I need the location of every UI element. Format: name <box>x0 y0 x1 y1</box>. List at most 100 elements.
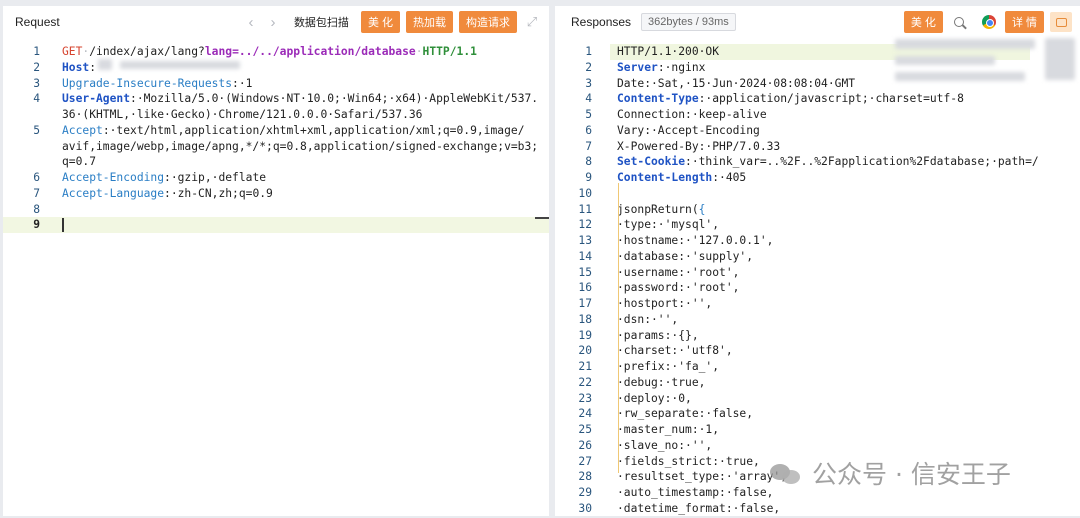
detail-button[interactable]: 详 情 <box>1004 11 1044 33</box>
line-text: Content-Type:·application/javascript;·ch… <box>617 91 964 107</box>
code-line[interactable]: 26 ·slave_no:·'', <box>555 438 1080 454</box>
line-number: 25 <box>578 423 592 436</box>
response-title: Responses <box>571 15 632 29</box>
hot-load-button[interactable]: 热加载 <box>406 11 453 33</box>
code-token: Connection:·keep-alive <box>617 108 767 121</box>
line-number: 8 <box>585 155 592 169</box>
request-editor[interactable]: 1 GET · /index/ajax/lang?lang=../../applica… <box>3 44 549 233</box>
code-line[interactable]: 12 ·type:·'mysql', <box>555 217 1080 233</box>
code-line[interactable]: avif,image/webp,image/apng,*/*;q=0.8,app… <box>3 139 549 155</box>
code-line[interactable]: 3 Upgrade-Insecure-Requests:·1 <box>3 76 549 92</box>
line-number: 24 <box>578 407 592 421</box>
line-text: Upgrade-Insecure-Requests:·1 <box>62 76 252 92</box>
code-line[interactable]: 4 Content-Type:·application/javascript;·c… <box>555 91 1080 107</box>
line-text: ·deploy:·0, <box>617 391 692 407</box>
code-token: :·gzip,·deflate <box>164 171 267 184</box>
line-text: ·prefix:·'fa_', <box>617 359 719 375</box>
build-request-button[interactable]: 构造请求 <box>459 11 517 33</box>
code-line[interactable]: 4 User-Agent:·Mozilla/5.0·(Windows·NT·10.… <box>3 91 549 107</box>
code-token: ·params:·{}, <box>617 328 699 342</box>
search-icon[interactable] <box>949 12 969 32</box>
line-text: X-Powered-By:·PHP/7.0.33 <box>617 139 780 155</box>
code-line[interactable]: 13 ·hostname:·'127.0.0.1', <box>555 233 1080 249</box>
code-token: ·datetime_format:·false, <box>617 501 781 515</box>
line-number: 20 <box>578 344 592 358</box>
response-size-badge: 362bytes / 93ms <box>641 13 736 31</box>
line-number: 27 <box>578 454 592 468</box>
code-line[interactable]: q=0.7 <box>3 154 549 170</box>
request-toolbar-actions: ‹ › 数据包扫描 美 化 热加载 构造请求 ⤢ <box>240 6 539 38</box>
code-line[interactable]: 36·(KHTML,·like·Gecko)·Chrome/121.0.0.0·… <box>3 107 549 123</box>
line-number: 15 <box>578 265 592 279</box>
code-line[interactable]: 2 Host: <box>3 60 549 76</box>
line-text: ·resultset_type:·'array', <box>617 469 787 485</box>
line-number: 5 <box>585 108 592 121</box>
line-number: 6 <box>585 123 592 137</box>
code-line[interactable]: 16 ·password:·'root', <box>555 280 1080 296</box>
code-token: :·Mozilla/5.0·(Windows·NT·10.0;·Win64;·x… <box>130 92 539 106</box>
wechat-logo-icon <box>770 460 800 486</box>
code-line[interactable]: 30 ·datetime_format:·false, <box>555 501 1080 516</box>
code-line[interactable]: 5 Connection:·keep-alive <box>555 107 1080 123</box>
line-number: 6 <box>33 171 40 184</box>
code-line[interactable]: 25 ·master_num:·1, <box>555 422 1080 438</box>
line-text: HTTP/1.1·200·OK <box>617 44 719 60</box>
code-line[interactable]: 8 <box>3 202 549 218</box>
code-token: ·prefix:·'fa_', <box>617 360 720 373</box>
beautify-button[interactable]: 美 化 <box>360 11 400 33</box>
line-text: Host: <box>62 60 96 76</box>
code-line[interactable]: 11 jsonpReturn({ <box>555 202 1080 218</box>
chevron-left-icon[interactable]: ‹ <box>240 14 262 31</box>
code-line[interactable]: 5 Accept:·text/html,application/xhtml+xml… <box>3 123 549 139</box>
chrome-icon[interactable] <box>979 12 999 32</box>
line-text: ·type:·'mysql', <box>617 217 719 233</box>
code-token: ·resultset_type:·'array', <box>617 470 788 484</box>
code-line[interactable]: 9 <box>3 217 549 233</box>
line-number: 12 <box>578 218 592 232</box>
chevron-right-icon[interactable]: › <box>262 14 284 31</box>
code-line[interactable]: 6 Accept-Encoding:·gzip,·deflate <box>3 170 549 186</box>
code-line[interactable]: 9 Content-Length:·405 <box>555 170 1080 186</box>
line-text: Accept-Language:·zh-CN,zh;q=0.9 <box>62 186 273 202</box>
code-token: ·deploy:·0, <box>617 391 692 405</box>
code-line[interactable]: 1 GET · /index/ajax/lang?lang=../../applica… <box>3 44 549 60</box>
code-token: jsonpReturn( <box>617 202 699 216</box>
line-text: GET · /index/ajax/lang?lang=../../applicat… <box>62 44 477 60</box>
code-token: ·auto_timestamp:·false, <box>617 486 774 499</box>
code-line[interactable]: 24 ·rw_separate:·false, <box>555 406 1080 422</box>
code-line[interactable]: 10 <box>555 186 1080 202</box>
line-number: 29 <box>578 486 592 499</box>
line-number: 4 <box>33 92 40 106</box>
comment-icon[interactable] <box>1050 12 1072 32</box>
beautify-button[interactable]: 美 化 <box>903 11 943 33</box>
code-line[interactable]: 20 ·charset:·'utf8', <box>555 343 1080 359</box>
expand-icon[interactable]: ⤢ <box>525 14 539 30</box>
code-line[interactable]: 19 ·params:·{}, <box>555 328 1080 344</box>
response-editor[interactable]: 1 HTTP/1.1·200·OK 2 Server:·nginx 3 Date:·Sat… <box>555 44 1080 516</box>
request-toolbar: Request ‹ › 数据包扫描 美 化 热加载 构造请求 ⤢ <box>3 6 549 38</box>
line-number: 3 <box>33 76 40 90</box>
code-line[interactable]: 18 ·dsn:·'', <box>555 312 1080 328</box>
code-line[interactable]: 7 X-Powered-By:·PHP/7.0.33 <box>555 139 1080 155</box>
code-token: Set-Cookie <box>617 155 686 169</box>
line-text: ·master_num:·1, <box>617 422 719 438</box>
fold-guide <box>618 183 619 473</box>
code-line[interactable]: 7 Accept-Language:·zh-CN,zh;q=0.9 <box>3 186 549 202</box>
code-line[interactable]: 17 ·hostport:·'', <box>555 296 1080 312</box>
code-line[interactable]: 6 Vary:·Accept-Encoding <box>555 123 1080 139</box>
code-line[interactable]: 23 ·deploy:·0, <box>555 391 1080 407</box>
text-caret <box>62 218 64 233</box>
line-number: 3 <box>585 76 592 90</box>
line-text: ·rw_separate:·false, <box>617 406 753 422</box>
line-text: Content-Length:·405 <box>617 170 746 186</box>
line-text: jsonpReturn({ <box>617 202 705 218</box>
code-line[interactable]: 21 ·prefix:·'fa_', <box>555 359 1080 375</box>
code-line[interactable]: 8 Set-Cookie:·think_var=..%2F..%2Fapplica… <box>555 154 1080 170</box>
code-line[interactable]: 22 ·debug:·true, <box>555 375 1080 391</box>
line-text: q=0.7 <box>62 154 96 170</box>
code-line[interactable]: 15 ·username:·'root', <box>555 265 1080 281</box>
packet-scan-button[interactable]: 数据包扫描 <box>288 11 355 33</box>
line-number: 26 <box>578 438 592 452</box>
code-token: ·slave_no:·'', <box>617 438 713 452</box>
code-line[interactable]: 14 ·database:·'supply', <box>555 249 1080 265</box>
